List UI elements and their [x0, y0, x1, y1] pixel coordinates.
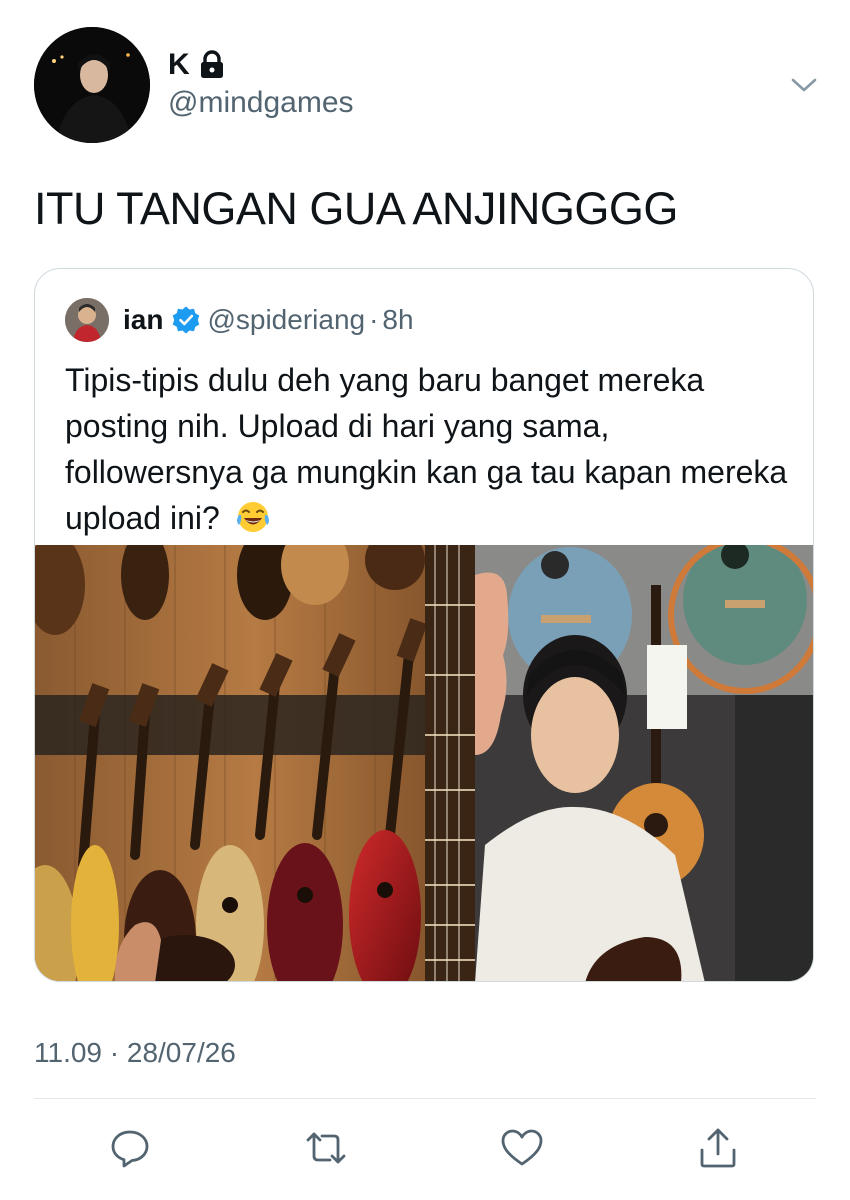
quoted-author-handle[interactable]: @spideriang [207, 304, 365, 336]
quoted-tweet-text: Tipis-tipis dulu deh yang baru banget me… [65, 357, 795, 541]
quoted-tweet-time[interactable]: 8h [382, 304, 413, 336]
quoted-media[interactable] [35, 545, 813, 981]
lock-icon [198, 50, 226, 80]
like-button[interactable] [498, 1126, 546, 1174]
tweet-timestamp[interactable]: 11.09 · 28/07/26 [34, 1037, 236, 1069]
divider [34, 1098, 816, 1099]
quoted-tweet-body: Tipis-tipis dulu deh yang baru banget me… [65, 362, 788, 536]
avatar[interactable] [34, 27, 150, 143]
person-with-guitar-photo[interactable] [475, 545, 813, 981]
chevron-down-icon[interactable] [790, 75, 818, 95]
quoted-tweet-header: ian @spideriang · 8h [65, 297, 414, 343]
retweet-button[interactable] [302, 1126, 350, 1174]
quoted-tweet[interactable]: ian @spideriang · 8h Tipis-tipis dulu de… [34, 268, 814, 982]
quoted-author-name[interactable]: ian [123, 304, 163, 336]
guitar-wall-photo[interactable] [35, 545, 475, 981]
verified-badge-icon [171, 305, 201, 335]
reply-icon [108, 1126, 152, 1175]
retweet-icon [302, 1126, 350, 1175]
share-button[interactable] [694, 1126, 742, 1174]
handle-time-separator: · [369, 304, 379, 335]
author-handle[interactable]: @mindgames [168, 86, 354, 120]
author-name-text: K [168, 48, 190, 81]
tweet-text: ITU TANGAN GUA ANJINGGGG [34, 183, 678, 234]
reply-button[interactable] [106, 1126, 154, 1174]
tears-of-joy-emoji [235, 499, 271, 535]
quoted-avatar[interactable] [65, 298, 109, 342]
share-icon [696, 1126, 740, 1175]
author-display-name[interactable]: K [168, 48, 226, 82]
like-icon [499, 1126, 545, 1175]
